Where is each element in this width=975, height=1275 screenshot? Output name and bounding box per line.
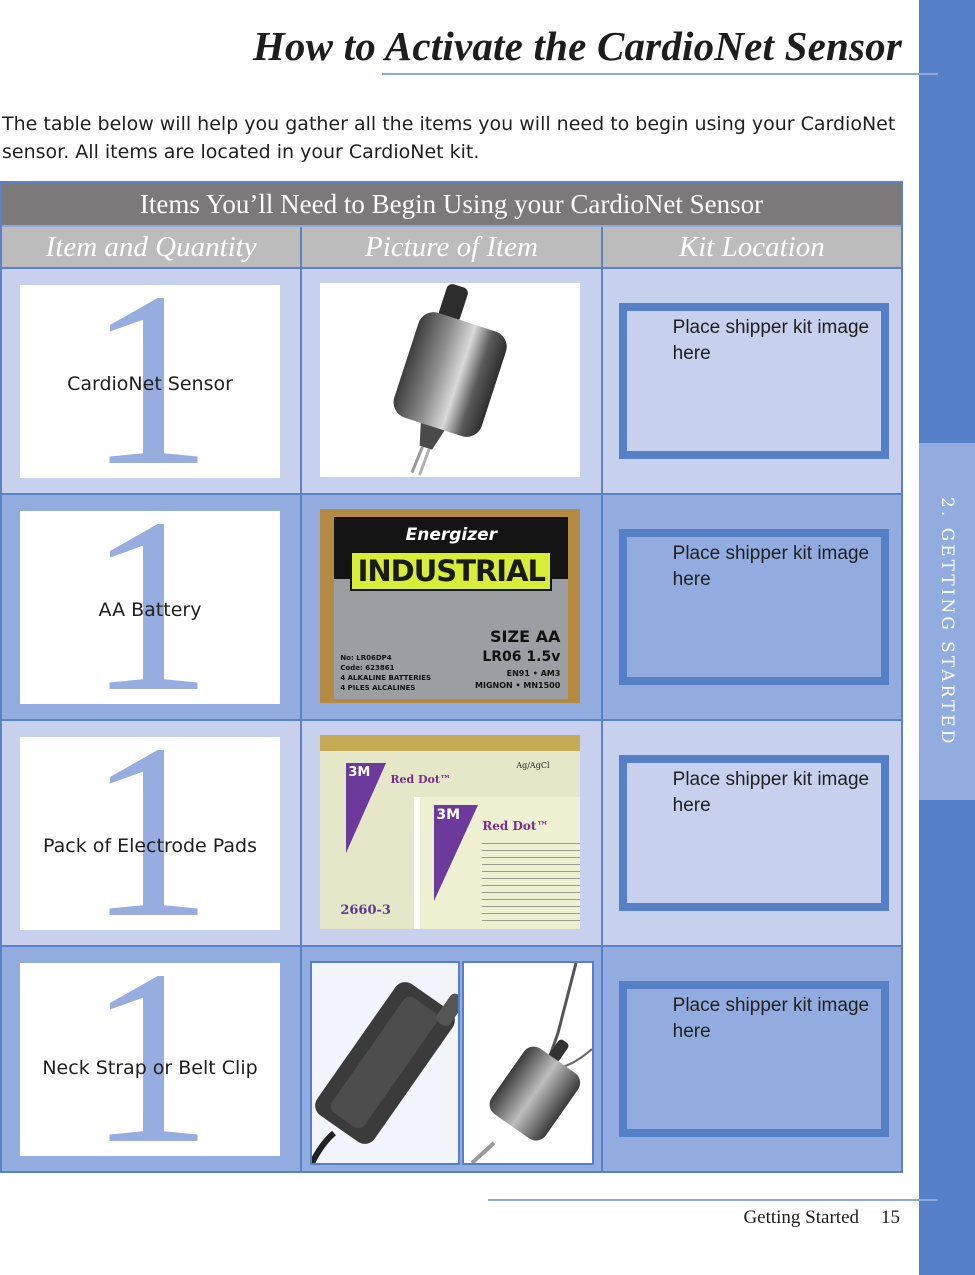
battery-line: 4 ALKALINE BATTERIES: [340, 674, 432, 682]
kit-image-placeholder: Place shipper kit image here: [618, 303, 889, 459]
electrode-product: Red Dot™: [390, 773, 451, 786]
section-tab-label: 2. GETTING STARTED: [937, 496, 957, 747]
battery-codes: EN91 • AM3: [506, 669, 561, 678]
side-tab-bottom: [919, 800, 975, 1275]
belt-clip-image: [309, 961, 465, 1165]
battery-size: SIZE AA: [489, 627, 561, 646]
electrode-product: Red Dot™: [482, 819, 549, 833]
table-caption: Items You’ll Need to Begin Using your Ca…: [2, 183, 901, 227]
item-quantity-cell: 1 Pack of Electrode Pads: [2, 721, 300, 945]
picture-cell: [300, 947, 600, 1171]
table-row: 1 Neck Strap or Belt Clip Place shipper …: [2, 947, 901, 1171]
electrode-fine-print: [482, 837, 581, 925]
column-header-picture: Picture of Item: [300, 227, 600, 267]
electrode-pack-front: 3M Red Dot™: [414, 797, 581, 929]
battery-model: LR06 1.5v: [482, 649, 561, 665]
battery-line: Code: 623861: [340, 664, 395, 672]
battery-line: No: LR06DP4: [340, 654, 392, 662]
table-row: 1 Pack of Electrode Pads 3M Red Dot™ 266…: [2, 721, 901, 947]
item-name: CardioNet Sensor: [67, 373, 233, 395]
item-name: AA Battery: [98, 599, 202, 621]
battery-brand: Energizer: [405, 525, 498, 545]
page-footer: Getting Started 15: [600, 1207, 900, 1229]
electrode-code: 2660-3: [340, 903, 391, 918]
electrode-brand: 3M: [436, 807, 461, 823]
battery-alt: MIGNON • MN1500: [475, 681, 561, 690]
kit-image-placeholder: Place shipper kit image here: [618, 981, 889, 1137]
kit-image-placeholder: Place shipper kit image here: [618, 529, 889, 685]
quantity-card: 1 Pack of Electrode Pads: [20, 737, 280, 930]
title-underline: [382, 73, 938, 75]
items-table: Items You’ll Need to Begin Using your Ca…: [0, 181, 903, 1173]
battery-image: Energizer INDUSTRIAL SIZE AA LR06 1.5v E…: [320, 509, 581, 703]
kit-location-cell: Place shipper kit image here: [600, 495, 901, 719]
quantity-card: 1 AA Battery: [20, 511, 280, 704]
battery-line: 4 PILES ALCALINES: [340, 684, 416, 692]
item-quantity-cell: 1 Neck Strap or Belt Clip: [2, 947, 300, 1171]
neck-strap-image: [462, 961, 595, 1165]
footer-section: Getting Started: [743, 1207, 859, 1228]
table-header-row: Item and Quantity Picture of Item Kit Lo…: [2, 227, 901, 269]
electrode-marking: Ag/AgCl: [516, 761, 550, 770]
intro-paragraph: The table below will help you gather all…: [2, 113, 896, 163]
page-number: 15: [881, 1207, 900, 1228]
side-tab-top: [919, 0, 975, 443]
battery-box: Energizer INDUSTRIAL SIZE AA LR06 1.5v E…: [334, 517, 569, 699]
electrode-brand: 3M: [348, 765, 371, 780]
item-quantity-cell: 1 CardioNet Sensor: [2, 269, 300, 493]
kit-placeholder-text: Place shipper kit image here: [672, 769, 870, 816]
picture-cell: [300, 269, 600, 493]
table-row: 1 CardioNet Sensor Place shipper kit ima…: [2, 269, 901, 495]
battery-product: INDUSTRIAL: [350, 551, 553, 591]
picture-cell: 3M Red Dot™ 2660-3 Ag/AgCl 3M Red Dot™: [300, 721, 600, 945]
electrodes-image: 3M Red Dot™ 2660-3 Ag/AgCl 3M Red Dot™: [320, 735, 581, 929]
sensor-illustration: [393, 284, 508, 476]
item-name: Pack of Electrode Pads: [43, 835, 257, 857]
kit-location-cell: Place shipper kit image here: [600, 269, 901, 493]
belt-clip-illustration: [309, 982, 465, 1165]
quantity-card: 1 CardioNet Sensor: [20, 285, 280, 478]
picture-cell: Energizer INDUSTRIAL SIZE AA LR06 1.5v E…: [300, 495, 600, 719]
page-title: How to Activate the CardioNet Sensor: [252, 23, 902, 69]
neck-strap-illustration: [470, 962, 593, 1165]
item-name: Neck Strap or Belt Clip: [42, 1057, 258, 1079]
kit-placeholder-text: Place shipper kit image here: [672, 995, 870, 1042]
kit-image-placeholder: Place shipper kit image here: [618, 755, 889, 911]
kit-placeholder-text: Place shipper kit image here: [672, 543, 870, 590]
footer-rule: [488, 1199, 938, 1201]
sensor-image: [320, 283, 581, 477]
kit-location-cell: Place shipper kit image here: [600, 721, 901, 945]
section-tab: 2. GETTING STARTED: [919, 443, 975, 800]
column-header-item-quantity: Item and Quantity: [45, 230, 257, 263]
column-header-kit-location: Kit Location: [600, 227, 901, 267]
item-quantity-cell: 1 AA Battery: [2, 495, 300, 719]
quantity-number: 1: [87, 737, 213, 930]
battery-left-text: No: LR06DP4 Code: 623861 4 ALKALINE BATT…: [340, 653, 431, 693]
table-row: 1 AA Battery Energizer INDUSTRIAL SIZE A…: [2, 495, 901, 721]
quantity-card: 1 Neck Strap or Belt Clip: [20, 963, 280, 1156]
kit-placeholder-text: Place shipper kit image here: [672, 317, 870, 364]
kit-location-cell: Place shipper kit image here: [600, 947, 901, 1171]
